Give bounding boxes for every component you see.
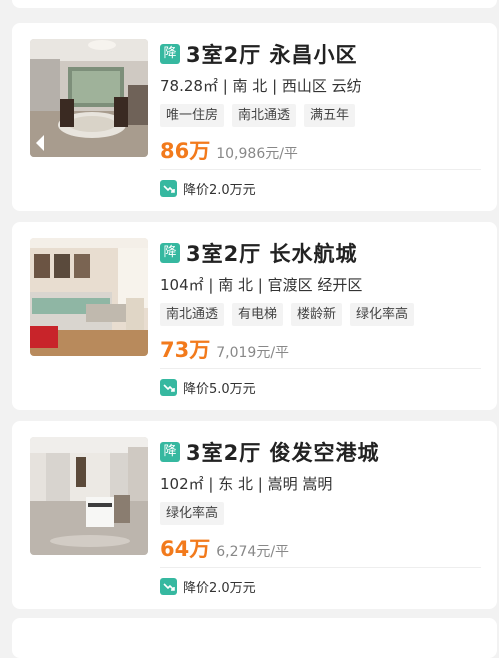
listing-card[interactable]: 降 3室2厅 永昌小区 78.28㎡ | 南 北 | 西山区 云纺 唯一住房 南… <box>12 23 497 211</box>
price-drop-badge: 降 <box>160 44 180 64</box>
price-drop-row: 降价2.0万元 <box>160 577 256 596</box>
tag: 满五年 <box>304 104 356 127</box>
tag-list: 南北通透 有电梯 楼龄新 绿化率高 <box>160 303 487 326</box>
tag: 有电梯 <box>232 303 284 326</box>
total-price: 86万 <box>160 139 211 163</box>
listing-photo[interactable] <box>30 238 148 356</box>
price-drop-row: 降价2.0万元 <box>160 179 256 198</box>
total-price: 73万 <box>160 338 211 362</box>
tag: 绿化率高 <box>160 502 225 525</box>
tag: 南北通透 <box>160 303 225 326</box>
total-price: 64万 <box>160 537 211 561</box>
next-listing-card[interactable] <box>12 618 497 658</box>
divider <box>160 169 481 170</box>
divider <box>160 567 481 568</box>
listing-card[interactable]: 降 3室2厅 长水航城 104㎡ | 南 北 | 官渡区 经开区 南北通透 有电… <box>12 222 497 410</box>
listing-title[interactable]: 3室2厅 长水航城 <box>186 238 358 268</box>
price-drop-text: 降价2.0万元 <box>183 581 256 596</box>
price-drop-text: 降价2.0万元 <box>183 183 256 198</box>
price-drop-badge: 降 <box>160 243 180 263</box>
unit-price: 6,274元/平 <box>216 544 290 560</box>
tag: 楼龄新 <box>291 303 343 326</box>
unit-price: 7,019元/平 <box>216 345 290 361</box>
price-drop-text: 降价5.0万元 <box>183 382 256 397</box>
price-drop-row: 降价5.0万元 <box>160 378 256 397</box>
tag-list: 绿化率高 <box>160 502 487 525</box>
unit-price: 10,986元/平 <box>216 146 298 162</box>
tag-list: 唯一住房 南北通透 满五年 <box>160 104 487 127</box>
tag: 绿化率高 <box>350 303 415 326</box>
listing-title[interactable]: 3室2厅 俊发空港城 <box>186 437 380 467</box>
divider <box>160 368 481 369</box>
trend-down-icon <box>160 379 177 396</box>
listing-photo[interactable] <box>30 39 148 157</box>
tag: 南北通透 <box>232 104 297 127</box>
listing-card[interactable]: 降 3室2厅 俊发空港城 102㎡ | 东 北 | 嵩明 嵩明 绿化率高 64万… <box>12 421 497 609</box>
previous-listing-card[interactable] <box>12 0 497 8</box>
listing-title[interactable]: 3室2厅 永昌小区 <box>186 39 358 69</box>
tag: 唯一住房 <box>160 104 225 127</box>
price-drop-badge: 降 <box>160 442 180 462</box>
listing-photo[interactable] <box>30 437 148 555</box>
listing-meta: 102㎡ | 东 北 | 嵩明 嵩明 <box>160 475 333 493</box>
listing-meta: 78.28㎡ | 南 北 | 西山区 云纺 <box>160 77 362 95</box>
listing-meta: 104㎡ | 南 北 | 官渡区 经开区 <box>160 276 363 294</box>
trend-down-icon <box>160 180 177 197</box>
trend-down-icon <box>160 578 177 595</box>
